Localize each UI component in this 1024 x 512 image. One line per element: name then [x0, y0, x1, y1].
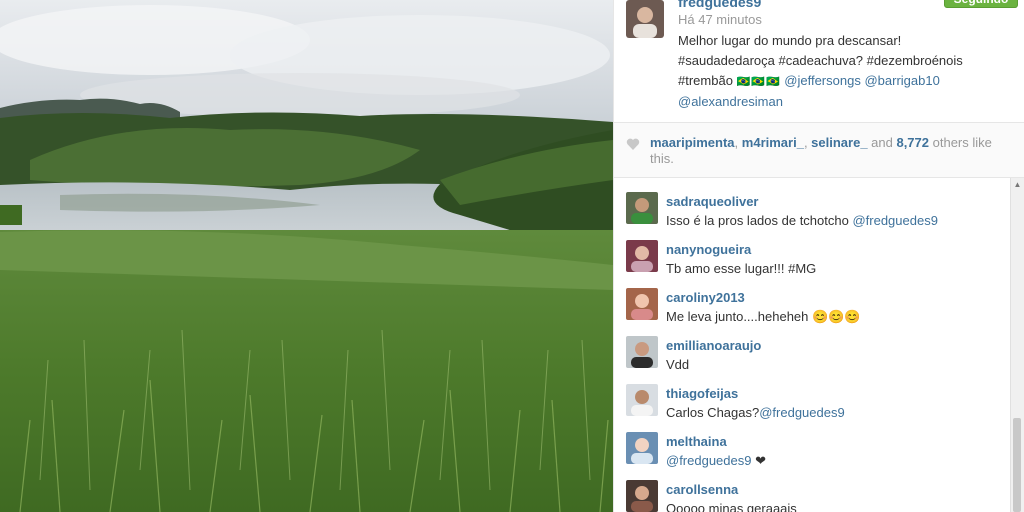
likes-bar: maaripimenta, m4rimari_, selinare_ and 8… [614, 122, 1024, 178]
post-caption: Melhor lugar do mundo pra descansar! #sa… [678, 31, 1008, 112]
comment-avatar[interactable] [626, 240, 658, 272]
post-timestamp[interactable]: Há 47 minutos [678, 12, 762, 27]
comment-item: emillianoaraujo Vdd [614, 322, 1012, 372]
comment-username[interactable]: thiagofeijas [666, 386, 738, 401]
liker-username[interactable]: selinare_ [811, 135, 867, 150]
comment-item: sadraqueoliver Isso é la pros lados de t… [614, 178, 1012, 228]
comment-item: carollsenna Ooooo minas geraaais [614, 466, 1012, 512]
caption-mention[interactable]: @alexandresiman [678, 92, 1008, 112]
caption-line-3: #trembão 🇧🇷🇧🇷🇧🇷 @jeffersongs @barrigab10 [678, 71, 1008, 92]
likes-count[interactable]: 8,772 [896, 135, 929, 150]
owner-avatar[interactable] [626, 0, 664, 38]
liker-username[interactable]: maaripimenta [650, 135, 735, 150]
comments-list[interactable]: sadraqueoliver Isso é la pros lados de t… [614, 178, 1012, 512]
comment-avatar[interactable] [626, 432, 658, 464]
comment-avatar[interactable] [626, 192, 658, 224]
comment-body: Ooooo minas geraaais [666, 501, 797, 512]
comment-username[interactable]: melthaina [666, 434, 727, 449]
comment-item: caroliny2013 Me leva junto....heheheh 😊😊… [614, 274, 1012, 324]
comment-avatar[interactable] [626, 384, 658, 416]
heart-icon[interactable] [626, 137, 640, 151]
comment-username[interactable]: nanynogueira [666, 242, 751, 257]
post-photo[interactable] [0, 0, 613, 512]
comment-avatar[interactable] [626, 288, 658, 320]
comment-avatar[interactable] [626, 480, 658, 512]
comment-avatar[interactable] [626, 336, 658, 368]
likes-and: and [867, 135, 897, 150]
caption-mention[interactable]: @barrigab10 [864, 73, 939, 88]
comments-scrollbar[interactable]: ▲ [1010, 178, 1024, 512]
scroll-up-arrow-icon[interactable]: ▲ [1011, 178, 1024, 192]
liker-username[interactable]: m4rimari_ [742, 135, 804, 150]
likes-text: maaripimenta, m4rimari_, selinare_ and 8… [650, 135, 1010, 167]
owner-username[interactable]: fredguedes9 [678, 0, 761, 10]
comment-item: thiagofeijas Carlos Chagas?@fredguedes9 [614, 370, 1012, 420]
comment-username[interactable]: emillianoaraujo [666, 338, 761, 353]
comment-username[interactable]: carollsenna [666, 482, 738, 497]
caption-mention[interactable]: @jeffersongs [784, 73, 861, 88]
caption-hashtag[interactable]: #trembão [678, 73, 733, 88]
scrollbar-thumb[interactable] [1013, 418, 1021, 512]
post-header: fredguedes9 Há 47 minutos Seguindo Melho… [614, 0, 1024, 120]
comment-item: nanynogueira Tb amo esse lugar!!! #MG [614, 226, 1012, 276]
comment-item: melthaina @fredguedes9 ❤ [614, 418, 1012, 468]
likes-separator: , [734, 135, 742, 150]
post-side-panel: fredguedes9 Há 47 minutos Seguindo Melho… [613, 0, 1024, 512]
caption-line-1: Melhor lugar do mundo pra descansar! [678, 33, 902, 48]
caption-flags: 🇧🇷🇧🇷🇧🇷 [736, 76, 781, 88]
comment-text: Ooooo minas geraaais [666, 501, 797, 512]
comment-username[interactable]: sadraqueoliver [666, 194, 759, 209]
comment-username[interactable]: caroliny2013 [666, 290, 745, 305]
caption-line-2[interactable]: #saudadedaroça #cadeachuva? #dezembroéno… [678, 51, 1008, 71]
follow-button[interactable]: Seguindo [944, 0, 1018, 8]
